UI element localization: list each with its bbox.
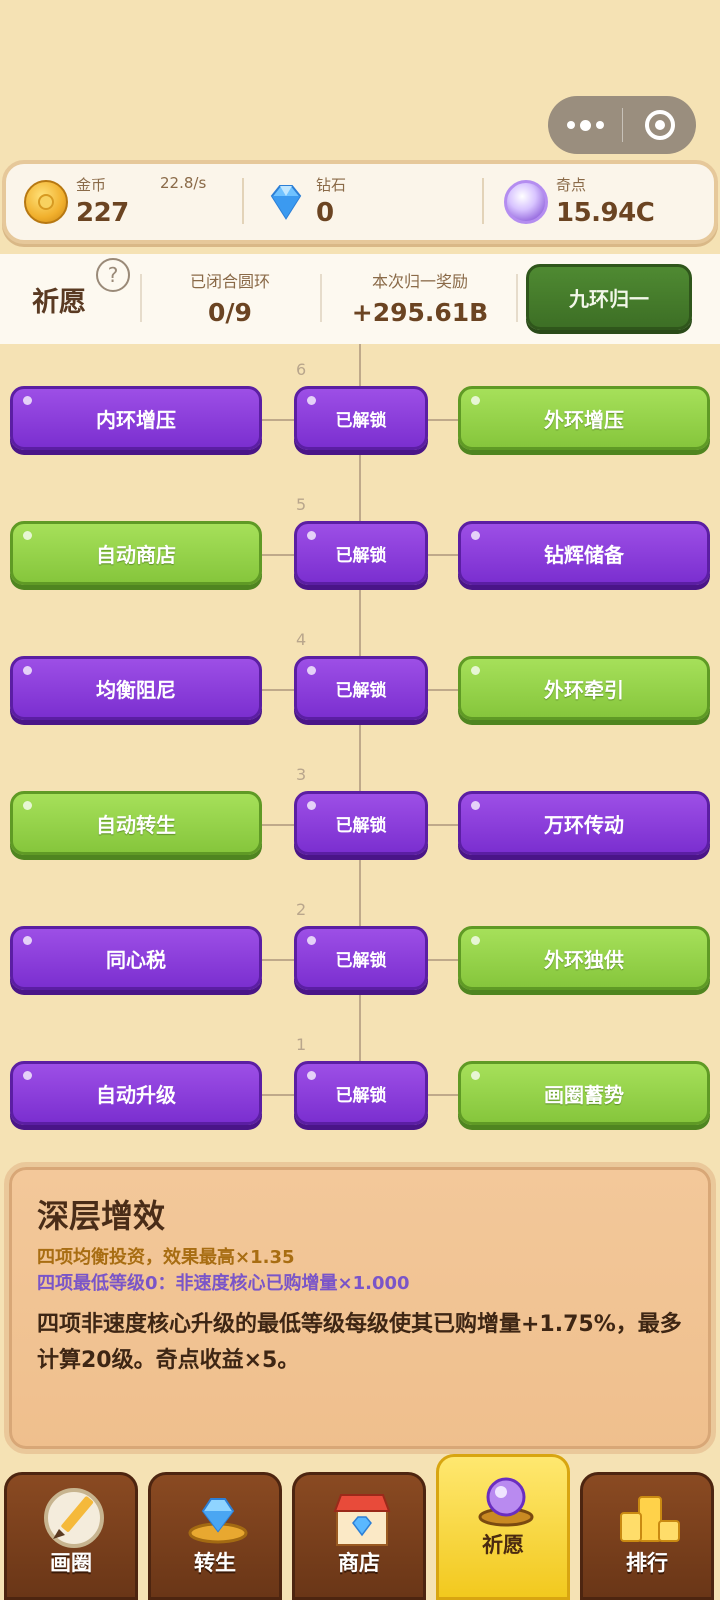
level-number: 2 — [296, 900, 307, 919]
level-number: 3 — [296, 765, 307, 784]
divider — [516, 274, 518, 322]
nav-label: 商店 — [338, 1551, 380, 1575]
wish-orb-icon — [478, 1477, 534, 1527]
node-center-unlocked[interactable]: 已解锁 — [294, 926, 428, 990]
qidian-currency: 奇点 15.94C — [504, 164, 714, 240]
tree-row: 5 自动商店 已解锁 钻辉储备 — [0, 495, 720, 589]
node-center-unlocked[interactable]: 已解锁 — [294, 521, 428, 585]
node-right[interactable]: 画圈蓄势 — [458, 1061, 710, 1125]
skill-effect-line: 四项均衡投资，效果最高×1.35 — [37, 1247, 295, 1268]
node-left[interactable]: 同心税 — [10, 926, 262, 990]
wish-title: 祈愿 — [32, 287, 86, 318]
purple-orb-icon — [504, 180, 548, 224]
more-dots-icon[interactable] — [548, 96, 622, 154]
reward-label: 本次归一奖励 — [371, 272, 468, 291]
gold-label: 金币 — [76, 176, 107, 194]
bottom-navigation: 画圈 转生 商店 祈愿 排行 — [0, 1454, 720, 1600]
qidian-label: 奇点 — [556, 176, 587, 194]
node-center-unlocked[interactable]: 已解锁 — [294, 791, 428, 855]
gold-value: 227 — [76, 198, 129, 228]
node-left[interactable]: 自动商店 — [10, 521, 262, 585]
wish-header: 祈愿 ? 已闭合圆环 0/9 本次归一奖励 +295.61B 九环归一 — [0, 254, 720, 344]
level-number: 1 — [296, 1035, 307, 1054]
target-circle-icon[interactable] — [623, 96, 696, 154]
nav-label: 排行 — [626, 1551, 668, 1575]
node-center-unlocked[interactable]: 已解锁 — [294, 656, 428, 720]
nav-label: 画圈 — [50, 1551, 92, 1575]
currency-bar: 金币 22.8/s 227 钻石 0 奇点 15.94C — [2, 160, 718, 244]
closed-rings-label: 已闭合圆环 — [189, 272, 270, 291]
node-left[interactable]: 自动转生 — [10, 791, 262, 855]
upgrade-tree: 6 内环增压 已解锁 外环增压 5 自动商店 已解锁 钻辉储备 4 均衡阻尼 已… — [0, 344, 720, 1128]
divider — [320, 274, 322, 322]
podium-icon — [620, 1496, 680, 1542]
nine-rings-return-button[interactable]: 九环归一 — [526, 264, 692, 330]
help-question-icon[interactable]: ? — [96, 258, 130, 292]
nav-wish[interactable]: 祈愿 — [436, 1454, 570, 1600]
diamond-label: 钻石 — [316, 176, 347, 194]
reward-stat: 本次归一奖励 +295.61B — [330, 268, 510, 327]
divider — [482, 178, 484, 224]
mini-program-capsule — [548, 96, 696, 154]
tree-row: 4 均衡阻尼 已解锁 外环牵引 — [0, 630, 720, 724]
node-right[interactable]: 外环独供 — [458, 926, 710, 990]
nav-draw-circle[interactable]: 画圈 — [4, 1472, 138, 1600]
divider — [140, 274, 142, 322]
node-center-unlocked[interactable]: 已解锁 — [294, 386, 428, 450]
tree-row: 3 自动转生 已解锁 万环传动 — [0, 765, 720, 859]
skill-description: 四项非速度核心升级的最低等级每级使其已购增量+1.75%，最多计算20级。奇点收… — [37, 1312, 682, 1373]
closed-rings-value: 0/9 — [208, 298, 252, 327]
tree-row: 6 内环增压 已解锁 外环增压 — [0, 360, 720, 454]
closed-rings-stat: 已闭合圆环 0/9 — [150, 268, 310, 327]
gold-currency: 金币 22.8/s 227 — [24, 164, 234, 240]
level-number: 6 — [296, 360, 307, 379]
nav-label: 转生 — [194, 1551, 236, 1575]
node-right[interactable]: 外环牵引 — [458, 656, 710, 720]
node-left[interactable]: 自动升级 — [10, 1061, 262, 1125]
tree-trunk-line — [359, 344, 361, 1128]
reward-value: +295.61B — [351, 298, 489, 327]
skill-level-line: 四项最低等级0：非速度核心已购增量×1.000 — [37, 1273, 410, 1294]
node-center-unlocked[interactable]: 已解锁 — [294, 1061, 428, 1125]
node-left[interactable]: 均衡阻尼 — [10, 656, 262, 720]
nav-rebirth[interactable]: 转生 — [148, 1472, 282, 1600]
gold-coin-icon — [24, 180, 68, 224]
node-right[interactable]: 钻辉储备 — [458, 521, 710, 585]
level-number: 4 — [296, 630, 307, 649]
diamond-value: 0 — [316, 198, 334, 228]
tree-row: 1 自动升级 已解锁 画圈蓄势 — [0, 1035, 720, 1129]
qidian-value: 15.94C — [556, 198, 655, 228]
tree-row: 2 同心税 已解锁 外环独供 — [0, 900, 720, 994]
node-right[interactable]: 外环增压 — [458, 386, 710, 450]
diamond-currency: 钻石 0 — [264, 164, 464, 240]
diamond-ring-icon — [188, 1498, 248, 1544]
diamond-icon — [264, 180, 308, 224]
divider — [242, 178, 244, 224]
shop-icon — [333, 1494, 391, 1546]
skill-info-panel: 深层增效 四项均衡投资，效果最高×1.35 四项最低等级0：非速度核心已购增量×… — [4, 1162, 716, 1454]
pencil-circle-icon — [44, 1488, 104, 1548]
level-number: 5 — [296, 495, 307, 514]
nav-ranking[interactable]: 排行 — [580, 1472, 714, 1600]
gold-rate: 22.8/s — [160, 174, 207, 192]
node-left[interactable]: 内环增压 — [10, 386, 262, 450]
node-right[interactable]: 万环传动 — [458, 791, 710, 855]
nav-label: 祈愿 — [482, 1533, 524, 1557]
nav-shop[interactable]: 商店 — [292, 1472, 426, 1600]
skill-title: 深层增效 — [37, 1197, 166, 1235]
